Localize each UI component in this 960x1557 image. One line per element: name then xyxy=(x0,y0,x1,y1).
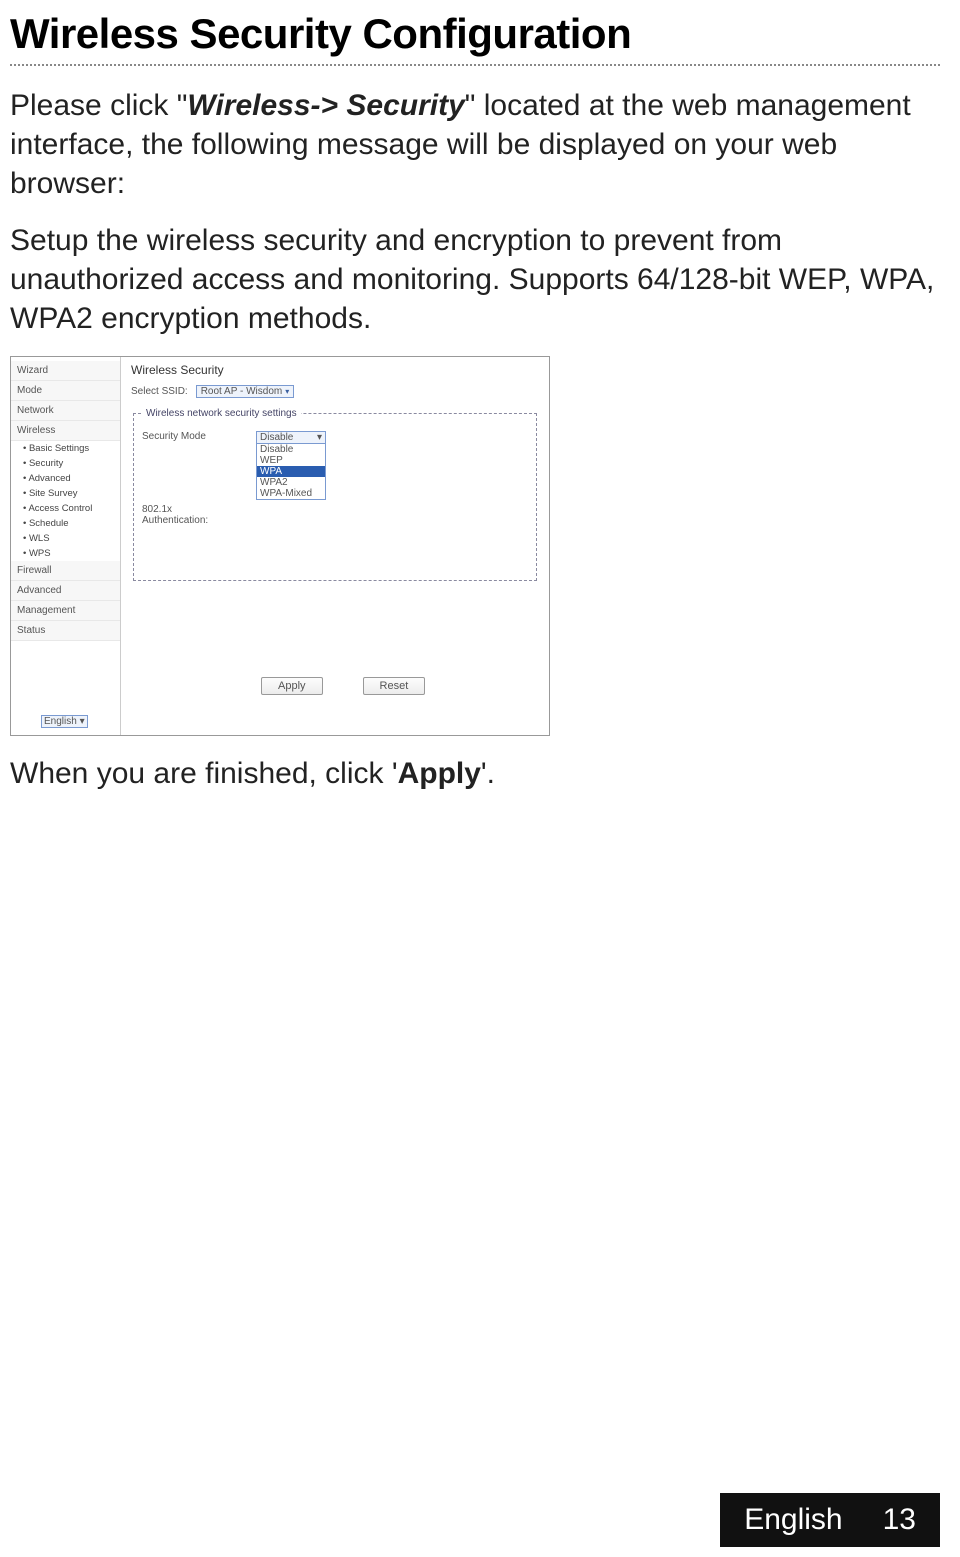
intro-pre: Please click " xyxy=(10,89,187,122)
panel-title: Wireless Security xyxy=(131,363,539,377)
sidebar-item-firewall[interactable]: Firewall xyxy=(11,561,120,581)
divider xyxy=(10,64,940,66)
sidebar-item-advanced[interactable]: Advanced xyxy=(11,581,120,601)
footer-language: English xyxy=(744,1503,842,1537)
sidebar-sub-sitesurvey[interactable]: • Site Survey xyxy=(11,486,120,501)
sidebar-sub-wls[interactable]: • WLS xyxy=(11,531,120,546)
apply-button[interactable]: Apply xyxy=(261,677,323,695)
chevron-down-icon: ▾ xyxy=(285,387,289,396)
intro-nav-path: Wireless-> Security xyxy=(187,89,464,122)
page-footer: English 13 xyxy=(720,1493,940,1547)
sidebar-item-network[interactable]: Network xyxy=(11,401,120,421)
closing-post: '. xyxy=(481,757,495,790)
sidebar-item-wireless[interactable]: Wireless xyxy=(11,421,120,441)
intro-paragraph: Please click "Wireless-> Security" locat… xyxy=(10,86,940,203)
closing-apply: Apply xyxy=(398,757,481,790)
router-ui-screenshot: Wizard Mode Network Wireless • Basic Set… xyxy=(10,356,550,736)
security-settings-group: Wireless network security settings Secur… xyxy=(133,408,537,581)
language-select[interactable]: English ▾ xyxy=(41,715,88,728)
description-paragraph: Setup the wireless security and encrypti… xyxy=(10,221,940,338)
sidebar: Wizard Mode Network Wireless • Basic Set… xyxy=(11,357,121,735)
chevron-down-icon: ▾ xyxy=(80,716,85,727)
dropdown-opt-wep[interactable]: WEP xyxy=(257,455,325,466)
sidebar-sub-schedule[interactable]: • Schedule xyxy=(11,516,120,531)
security-mode-selected: Disable xyxy=(260,432,293,443)
dropdown-opt-wpamixed[interactable]: WPA-Mixed xyxy=(257,488,325,499)
sidebar-sub-advanced[interactable]: • Advanced xyxy=(11,471,120,486)
chevron-down-icon: ▾ xyxy=(317,432,322,443)
closing-pre: When you are finished, click ' xyxy=(10,757,398,790)
security-mode-label: Security Mode xyxy=(142,431,240,442)
sidebar-sub-basic[interactable]: • Basic Settings xyxy=(11,441,120,456)
sidebar-item-wizard[interactable]: Wizard xyxy=(11,361,120,381)
page-title: Wireless Security Configuration xyxy=(10,10,940,58)
sidebar-sub-accesscontrol[interactable]: • Access Control xyxy=(11,501,120,516)
auth-label: 802.1x Authentication: xyxy=(142,504,240,526)
language-selector-wrap: English ▾ xyxy=(41,715,88,727)
sidebar-sub-security[interactable]: • Security xyxy=(11,456,120,471)
ssid-label: Select SSID: xyxy=(131,386,188,397)
language-value: English xyxy=(44,716,77,727)
dropdown-opt-wpa[interactable]: WPA xyxy=(257,466,325,477)
sidebar-item-mode[interactable]: Mode xyxy=(11,381,120,401)
security-mode-dropdown[interactable]: Disable ▾ Disable WEP WPA WPA2 WPA-Mixed xyxy=(256,431,326,500)
ssid-select[interactable]: Root AP - Wisdom ▾ xyxy=(196,385,295,398)
dropdown-opt-wpa2[interactable]: WPA2 xyxy=(257,477,325,488)
main-panel: Wireless Security Select SSID: Root AP -… xyxy=(121,357,549,735)
ssid-value: Root AP - Wisdom xyxy=(201,386,283,397)
closing-paragraph: When you are finished, click 'Apply'. xyxy=(10,754,940,793)
group-legend: Wireless network security settings xyxy=(142,408,301,419)
footer-page-number: 13 xyxy=(883,1503,916,1537)
reset-button[interactable]: Reset xyxy=(363,677,426,695)
dropdown-opt-disable[interactable]: Disable xyxy=(257,444,325,455)
sidebar-item-management[interactable]: Management xyxy=(11,601,120,621)
sidebar-item-status[interactable]: Status xyxy=(11,621,120,641)
sidebar-sub-wps[interactable]: • WPS xyxy=(11,546,120,561)
